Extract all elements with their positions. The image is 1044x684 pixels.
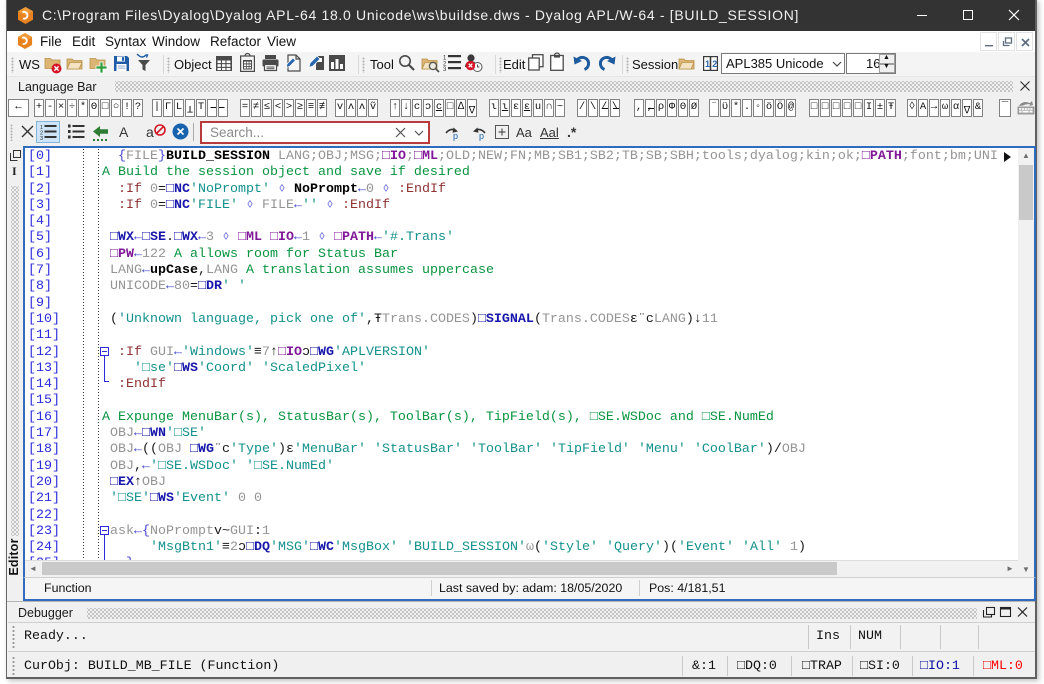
svg-text:2: 2 [712, 59, 717, 69]
svg-text:1: 1 [705, 59, 710, 69]
svg-text:p: p [479, 131, 484, 141]
svg-text:p: p [453, 131, 458, 141]
svg-text:3: 3 [40, 136, 43, 142]
svg-text:3: 3 [443, 67, 447, 73]
